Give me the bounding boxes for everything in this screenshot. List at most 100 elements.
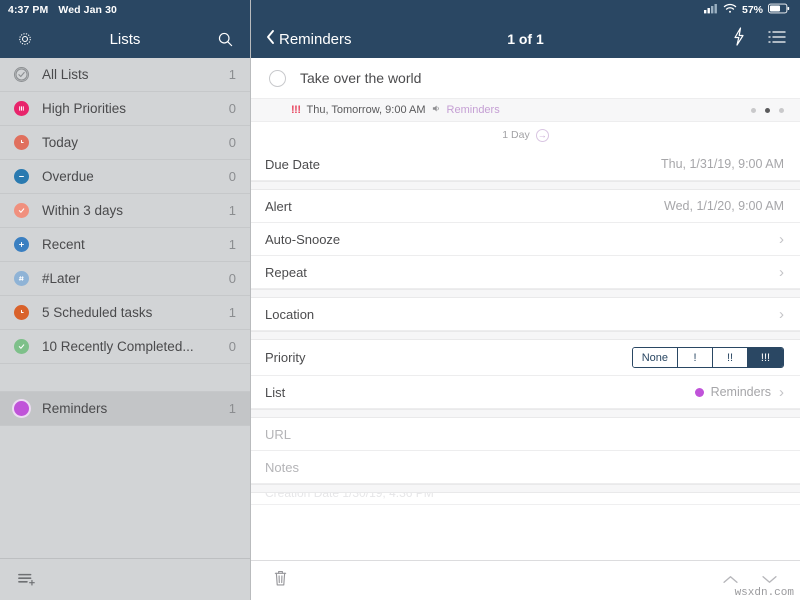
page-indicator-dots	[751, 108, 784, 113]
field-row-auto-snooze[interactable]: Auto-Snooze ›	[251, 223, 800, 256]
creation-date-text: Creation Date 1/30/19, 4:36 PM	[265, 493, 434, 500]
priority-segmented-control[interactable]: None ! !! !!!	[632, 347, 784, 368]
status-date: Wed Jan 30	[58, 4, 117, 16]
sidebar-title: Lists	[0, 31, 250, 48]
sidebar-item-label: High Priorities	[42, 101, 229, 116]
chevron-right-icon: ›	[779, 307, 784, 322]
sidebar-item-label: 5 Scheduled tasks	[42, 305, 229, 320]
page-dot	[779, 108, 784, 113]
sidebar-item-count: 1	[229, 203, 236, 218]
wifi-icon	[723, 1, 737, 19]
sidebar-item-all-lists[interactable]: All Lists 1	[0, 58, 250, 92]
field-row-list[interactable]: List Reminders ›	[251, 376, 800, 409]
field-label: Location	[265, 307, 314, 322]
snooze-row[interactable]: 1 Day →	[251, 122, 800, 148]
chevron-right-icon: ›	[779, 265, 784, 280]
field-row-url[interactable]: URL	[251, 418, 800, 451]
priority-option-high[interactable]: !!!	[748, 348, 783, 367]
chevron-right-icon: ›	[779, 232, 784, 247]
sidebar-item-later[interactable]: #Later 0	[0, 262, 250, 296]
field-row-repeat[interactable]: Repeat ›	[251, 256, 800, 289]
sidebar-item-label: All Lists	[42, 67, 229, 82]
sidebar-item-count: 0	[229, 135, 236, 150]
check-icon	[14, 203, 29, 218]
field-row-notes[interactable]: Notes	[251, 451, 800, 484]
task-title[interactable]: Take over the world	[300, 70, 421, 86]
field-label: Due Date	[265, 157, 320, 172]
watermark: wsxdn.com	[735, 587, 794, 599]
field-row-creation-date-partial[interactable]: Creation Date 1/30/19, 4:36 PM	[251, 493, 800, 505]
gear-icon[interactable]	[14, 28, 36, 50]
sidebar-item-count: 1	[229, 401, 236, 416]
sidebar-item-high-priorities[interactable]: High Priorities 0	[0, 92, 250, 126]
speaker-icon	[432, 104, 441, 116]
sidebar-item-within-3-days[interactable]: Within 3 days 1	[0, 194, 250, 228]
sidebar-section-divider	[0, 364, 250, 392]
field-label: List	[265, 385, 285, 400]
clock-icon	[14, 305, 29, 320]
sidebar-item-count: 0	[229, 101, 236, 116]
sidebar-item-overdue[interactable]: Overdue 0	[0, 160, 250, 194]
back-button[interactable]: Reminders	[265, 29, 352, 49]
field-row-alert[interactable]: Alert Wed, 1/1/20, 9:00 AM	[251, 190, 800, 223]
sidebar-item-label: Within 3 days	[42, 203, 229, 218]
list-color-dot-icon	[14, 401, 29, 416]
clock-icon	[14, 135, 29, 150]
detail-status-bar: 57%	[251, 0, 800, 20]
app-root: 4:37 PM Wed Jan 30 Lists	[0, 0, 800, 600]
search-icon[interactable]	[214, 28, 236, 50]
page-dot-active	[765, 108, 770, 113]
field-row-location[interactable]: Location ›	[251, 298, 800, 331]
field-label: Auto-Snooze	[265, 232, 340, 247]
sidebar-item-label: Overdue	[42, 169, 229, 184]
task-title-row[interactable]: Take over the world	[251, 58, 800, 98]
sidebar-item-count: 0	[229, 339, 236, 354]
sidebar-item-label: 10 Recently Completed...	[42, 339, 229, 354]
new-list-icon[interactable]	[16, 569, 38, 591]
hash-icon	[14, 271, 29, 286]
section-divider	[251, 181, 800, 190]
priority-bangs: !!!	[291, 104, 301, 116]
priority-option-none[interactable]: None	[633, 348, 678, 367]
sidebar-list: All Lists 1 High Priorities 0 To	[0, 58, 250, 558]
chevron-right-icon: ›	[779, 385, 784, 400]
detail-footer: wsxdn.com	[251, 560, 800, 600]
priority-option-medium[interactable]: !!	[713, 348, 748, 367]
reminder-date: Thu, Tomorrow, 9:00 AM	[307, 104, 426, 116]
lightning-bolt-icon[interactable]	[732, 27, 746, 51]
sidebar-item-recently-completed[interactable]: 10 Recently Completed... 0	[0, 330, 250, 364]
snooze-arrow-icon[interactable]: →	[536, 129, 549, 142]
reminder-summary-row[interactable]: !!! Thu, Tomorrow, 9:00 AM Reminders	[251, 98, 800, 122]
battery-percent: 57%	[742, 4, 763, 16]
reminder-list-name: Reminders	[447, 104, 500, 116]
snooze-label: 1 Day	[502, 129, 529, 141]
sidebar-item-count: 0	[229, 169, 236, 184]
minus-circle-icon	[14, 169, 29, 184]
notes-placeholder: Notes	[265, 460, 299, 475]
sidebar-item-count: 1	[229, 237, 236, 252]
detail-body: Take over the world !!! Thu, Tomorrow, 9…	[251, 58, 800, 560]
check-icon	[14, 339, 29, 354]
field-label: Priority	[265, 350, 305, 365]
sidebar-item-count: 0	[229, 271, 236, 286]
field-row-due-date[interactable]: Due Date Thu, 1/31/19, 9:00 AM	[251, 148, 800, 181]
sidebar-item-recent[interactable]: Recent 1	[0, 228, 250, 262]
back-label: Reminders	[279, 31, 352, 48]
detail-pane: 57% Reminders 1 of 1	[250, 0, 800, 600]
trash-icon[interactable]	[273, 569, 288, 592]
sidebar-item-label: #Later	[42, 271, 229, 286]
list-lines-icon[interactable]	[768, 30, 786, 49]
sidebar-item-label: Today	[42, 135, 229, 150]
list-color-dot-icon	[695, 388, 704, 397]
url-placeholder: URL	[265, 427, 291, 442]
priority-option-low[interactable]: !	[678, 348, 713, 367]
sidebar-item-label: Recent	[42, 237, 229, 252]
section-divider	[251, 409, 800, 418]
field-label: Alert	[265, 199, 292, 214]
sidebar-item-reminders[interactable]: Reminders 1	[0, 392, 250, 426]
unchecked-circle-icon[interactable]	[269, 70, 286, 87]
chevron-left-icon	[265, 29, 276, 49]
sidebar-item-scheduled-tasks[interactable]: 5 Scheduled tasks 1	[0, 296, 250, 330]
sidebar-item-label: Reminders	[42, 401, 229, 416]
sidebar-item-today[interactable]: Today 0	[0, 126, 250, 160]
